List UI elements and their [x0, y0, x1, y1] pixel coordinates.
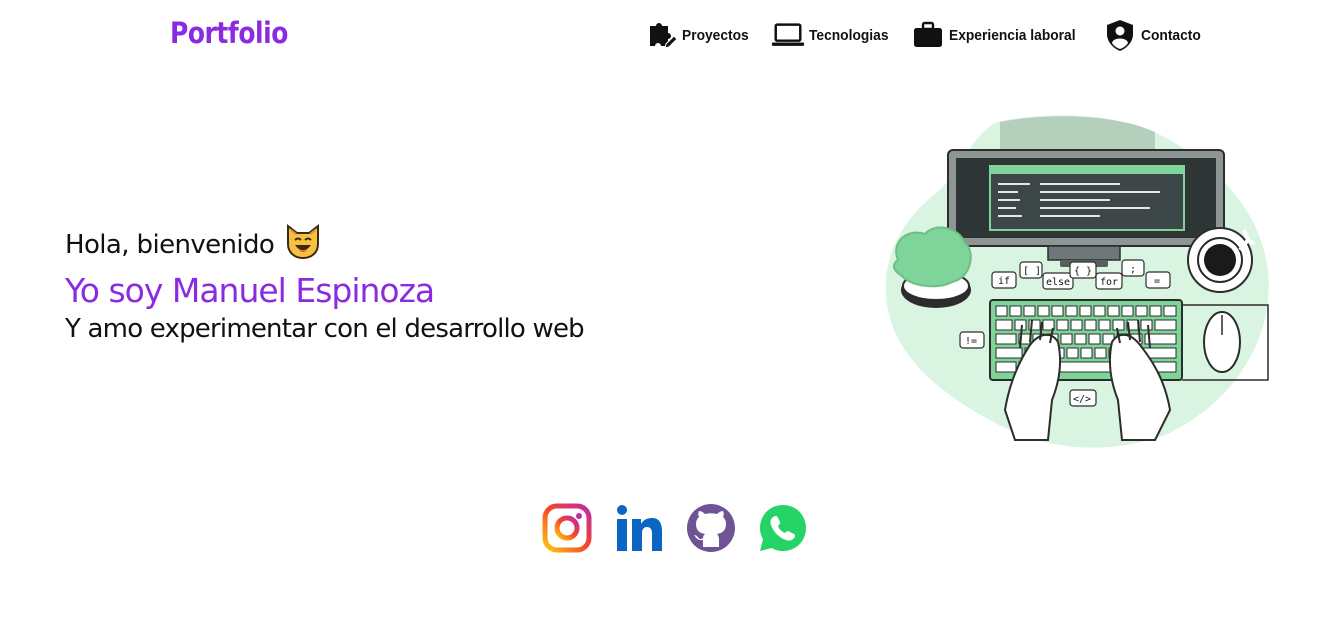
- linkedin-icon: [614, 503, 664, 557]
- nav-label: Tecnologias: [808, 26, 889, 44]
- nav-item-experiencia[interactable]: Experiencia laboral: [911, 18, 1087, 52]
- greeting-text: Hola, bienvenido: [65, 229, 275, 260]
- main-nav: Proyectos Tecnologias Experiencia labora…: [644, 18, 1206, 52]
- briefcase-icon: [911, 18, 945, 52]
- code-bubble: else: [1042, 272, 1074, 290]
- code-bubble: !=: [959, 331, 985, 349]
- user-shield-icon: [1103, 18, 1137, 52]
- code-bubble: [ ]: [1019, 261, 1043, 279]
- nav-item-proyectos[interactable]: Proyectos: [644, 18, 755, 52]
- whatsapp-icon: [758, 503, 808, 557]
- site-logo[interactable]: Portfolio: [170, 16, 288, 50]
- puzzle-icon: [644, 18, 678, 52]
- code-bubble: ;: [1121, 259, 1145, 277]
- hero-section: Hola, bienvenido Yo soy Manuel Espinoza …: [65, 222, 585, 344]
- nav-item-tecnologias[interactable]: Tecnologias: [771, 18, 895, 52]
- cat-face-icon: [284, 222, 322, 267]
- bubble-text: !=: [965, 336, 977, 347]
- bubble-text: </>: [1073, 394, 1091, 405]
- code-bubble: for: [1095, 272, 1123, 290]
- laptop-icon: [771, 18, 805, 52]
- github-link[interactable]: [686, 503, 736, 557]
- bubble-text: if: [998, 276, 1010, 287]
- bubble-text: ;: [1130, 264, 1136, 275]
- bubble-text: =: [1154, 276, 1160, 287]
- developer-illustration: if [ ] else { } for ; = != </>: [880, 110, 1275, 455]
- code-bubble: </>: [1069, 389, 1097, 407]
- bubble-text: for: [1100, 277, 1118, 288]
- instagram-link[interactable]: [542, 503, 592, 557]
- bubble-text: { }: [1074, 266, 1092, 277]
- nav-label: Proyectos: [682, 26, 749, 44]
- greeting-line: Hola, bienvenido: [65, 222, 584, 267]
- hero-tagline: Y amo experimentar con el desarrollo web: [65, 314, 585, 344]
- linkedin-link[interactable]: [614, 505, 664, 555]
- social-links: [542, 503, 808, 557]
- hero-name: Yo soy Manuel Espinoza: [65, 271, 435, 310]
- bubble-text: [ ]: [1023, 266, 1041, 277]
- code-bubble: if: [991, 271, 1017, 289]
- bubble-text: else: [1046, 277, 1070, 288]
- nav-label: Experiencia laboral: [948, 26, 1076, 44]
- github-icon: [686, 503, 736, 557]
- whatsapp-link[interactable]: [758, 505, 808, 555]
- nav-item-contacto[interactable]: Contacto: [1103, 18, 1206, 52]
- instagram-icon: [542, 503, 592, 557]
- code-bubble: =: [1145, 271, 1171, 289]
- code-bubble: { }: [1069, 261, 1097, 279]
- nav-label: Contacto: [1140, 26, 1201, 44]
